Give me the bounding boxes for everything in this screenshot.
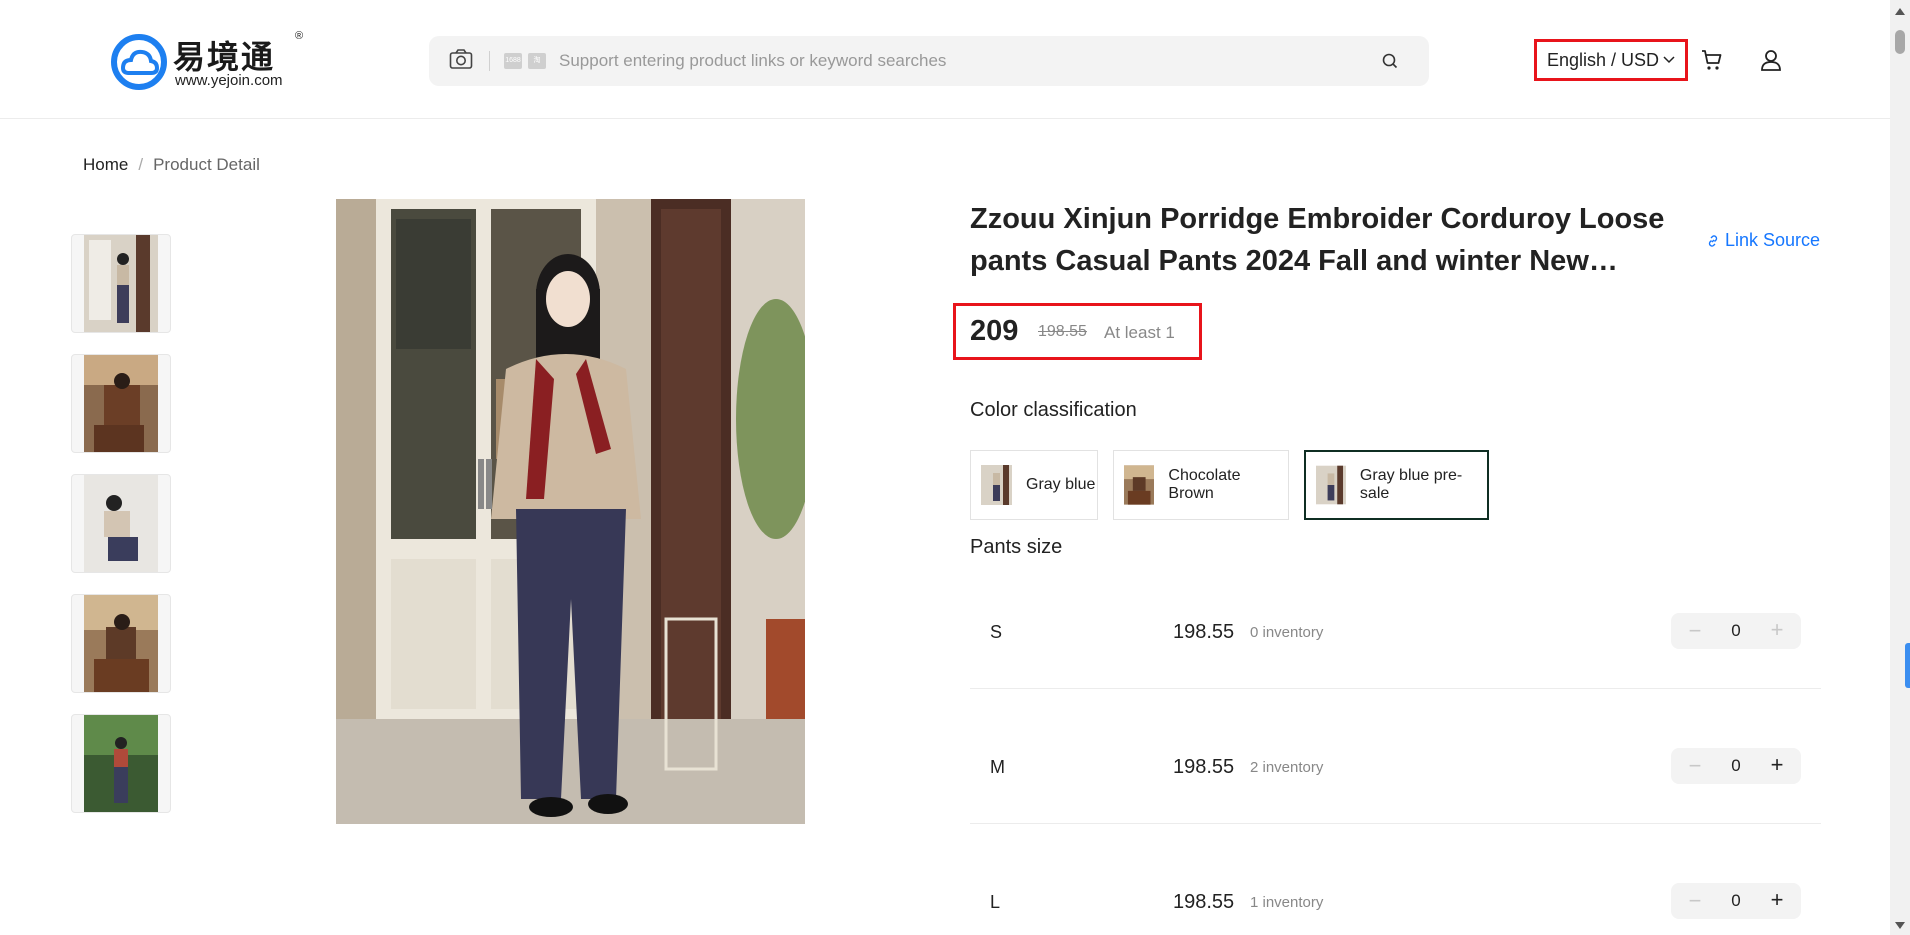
quantity-stepper: − 0 + [1671,883,1801,919]
size-price: 198.55 [1173,756,1235,778]
user-account-icon[interactable] [1759,48,1783,72]
side-floating-tab[interactable] [1905,643,1910,688]
scrollbar-thumb[interactable] [1895,30,1905,54]
thumbnail-image [84,235,158,332]
size-row-l: L 198.55 1 inventory − 0 + [970,825,1821,935]
quantity-value[interactable]: 0 [1721,621,1751,641]
logo-url-text: www.yejoin.com [175,72,283,89]
color-option-chocolate-brown[interactable]: Chocolate Brown [1113,450,1289,520]
search-icon[interactable] [1381,52,1399,70]
price-box: 209 198.55 At least 1 [953,303,1202,360]
breadcrumb-current: Product Detail [153,155,260,174]
color-option-label: Gray blue pre-sale [1359,467,1463,502]
size-price: 198.55 [1173,621,1235,643]
link-source-label: Link Source [1725,230,1821,250]
size-inventory: 2 inventory [1250,759,1324,776]
scroll-up-arrow-icon[interactable] [1895,8,1905,15]
chevron-down-icon [1663,56,1675,64]
size-price: 198.55 [1173,891,1235,913]
color-classification-label: Color classification [970,399,1137,421]
search-input[interactable] [559,48,1359,74]
cart-icon[interactable] [1700,48,1724,72]
color-swatch-image [1316,465,1346,505]
search-bar: 1688 淘 [429,36,1429,86]
thumbnail-image [84,355,158,452]
product-main-image[interactable] [336,199,805,824]
quantity-stepper: − 0 + [1671,748,1801,784]
color-option-label: Gray blue [1026,476,1096,493]
quantity-stepper: − 0 + [1671,613,1801,649]
product-thumbnail[interactable] [71,594,171,693]
size-inventory: 0 inventory [1250,624,1324,641]
site-logo[interactable]: 易境通 ® www.yejoin.com [109,30,309,90]
link-icon [1708,234,1718,247]
decrease-qty-button[interactable]: − [1685,888,1705,914]
thumbnail-image [84,595,158,692]
size-row-m: M 198.55 2 inventory − 0 + [970,690,1821,824]
color-option-gray-blue-pre-sale[interactable]: Gray blue pre-sale [1304,450,1489,520]
search-divider [489,51,490,71]
min-order: At least 1 [1104,323,1175,342]
size-name: S [990,622,1003,642]
breadcrumb: Home / Product Detail [83,155,260,175]
color-swatch-image [1124,465,1155,505]
product-title: Zzouu Xinjun Porridge Embroider Corduroy… [970,203,1665,277]
language-currency-selector[interactable]: English / USD [1534,39,1688,81]
color-swatch-image [981,465,1012,505]
increase-qty-button[interactable]: + [1767,752,1787,778]
platform-taobao-icon: 淘 [528,53,546,69]
thumbnail-image [84,715,158,812]
color-option-label: Chocolate Brown [1168,467,1241,502]
camera-icon[interactable] [449,48,473,70]
product-thumbnail[interactable] [71,714,171,813]
size-inventory: 1 inventory [1250,894,1324,911]
product-thumbnail[interactable] [71,474,171,573]
decrease-qty-button[interactable]: − [1685,753,1705,779]
cloud-logo-icon [111,34,167,90]
top-header: 易境通 ® www.yejoin.com 1688 淘 English / US… [0,0,1890,119]
quantity-value[interactable]: 0 [1721,891,1751,911]
product-thumbnail[interactable] [71,354,171,453]
platform-1688-icon: 1688 [504,53,522,69]
breadcrumb-separator: / [138,155,144,174]
original-price: 198.55 [1038,323,1087,340]
color-option-gray-blue[interactable]: Gray blue [970,450,1098,520]
increase-qty-button[interactable]: + [1767,617,1787,643]
increase-qty-button[interactable]: + [1767,887,1787,913]
language-currency-label: English / USD [1546,49,1660,70]
registered-mark: ® [295,30,304,42]
decrease-qty-button[interactable]: − [1685,618,1705,644]
size-row-s: S 198.55 0 inventory − 0 + [970,555,1821,689]
product-thumbnail[interactable] [71,234,171,333]
current-price: 209 [970,315,1019,347]
link-source-link[interactable]: Link Source [1706,230,1820,251]
size-name: L [990,892,1001,912]
page-scrollbar[interactable] [1890,0,1910,935]
main-photo [336,199,805,824]
size-name: M [990,757,1005,777]
breadcrumb-home[interactable]: Home [83,155,128,174]
scroll-down-arrow-icon[interactable] [1895,922,1905,929]
thumbnail-image [84,475,158,572]
quantity-value[interactable]: 0 [1721,756,1751,776]
